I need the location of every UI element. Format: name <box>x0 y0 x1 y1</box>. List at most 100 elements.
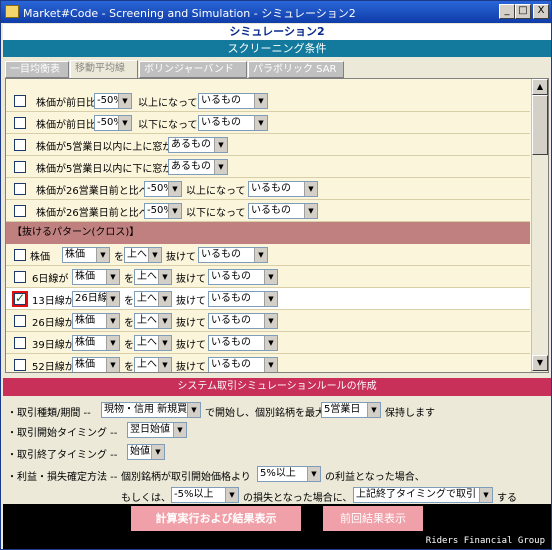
select-field[interactable]: あるもの ▼ <box>168 159 228 175</box>
cross-checkbox[interactable] <box>14 315 26 327</box>
cross-checkbox[interactable] <box>14 359 26 371</box>
condition-label: 株価が前日比 <box>36 120 96 131</box>
scroll-down-icon[interactable]: ▼ <box>532 355 548 371</box>
minimize-button[interactable]: _ <box>499 4 515 19</box>
chevron-down-icon: ▼ <box>214 160 227 174</box>
chevron-down-icon: ▼ <box>106 270 119 284</box>
run-simulation-button[interactable]: 計算実行および結果表示 <box>131 506 301 531</box>
cross-row: 6日線が 株価 ▼ を上へ ▼ 抜けて いるもの ▼ <box>6 266 530 288</box>
chevron-down-icon: ▼ <box>106 292 119 306</box>
chevron-down-icon: ▼ <box>304 204 317 218</box>
vertical-scrollbar[interactable]: ▲ ▼ <box>531 79 548 372</box>
select-field[interactable]: いるもの ▼ <box>248 203 318 219</box>
rule-text: する <box>497 493 517 504</box>
select-field[interactable]: 26日線 ▼ <box>72 291 120 307</box>
cross-row: 株価 株価 ▼ を上へ ▼ 抜けて いるもの ▼ <box>6 244 530 266</box>
chevron-down-icon: ▼ <box>254 248 267 262</box>
condition-checkbox[interactable] <box>14 117 26 129</box>
scroll-up-icon[interactable]: ▲ <box>532 79 548 95</box>
cross-text: 抜けて <box>176 296 206 307</box>
select-field[interactable]: いるもの ▼ <box>208 291 278 307</box>
chevron-down-icon: ▼ <box>264 358 277 372</box>
select-field[interactable]: 上へ ▼ <box>134 269 172 285</box>
holding-days-select[interactable]: 5営業日 ▼ <box>321 402 381 418</box>
button-bar: 計算実行および結果表示 前回結果表示 <box>3 504 551 534</box>
cross-text: を <box>124 362 134 373</box>
condition-row: 株価が前日比 -50% ▼ 以下になって いるもの ▼ <box>6 112 530 134</box>
select-field[interactable]: 株価 ▼ <box>72 357 120 372</box>
select-field[interactable]: 株価 ▼ <box>72 335 120 351</box>
cross-checkbox[interactable] <box>14 249 26 261</box>
select-field[interactable]: 上へ ▼ <box>134 313 172 329</box>
cross-line-label: 13日線が <box>32 296 75 307</box>
chevron-down-icon: ▼ <box>264 336 277 350</box>
select-field[interactable]: 株価 ▼ <box>62 247 110 263</box>
select-field[interactable]: -50% ▼ <box>94 115 132 131</box>
tab-bar: 一目均衡表 移動平均線 ボリンジャーバンド パラボリック SAR <box>3 60 551 79</box>
condition-checkbox[interactable] <box>14 183 26 195</box>
rule-start-timing: ・取引開始タイミング -- <box>7 428 118 439</box>
select-field[interactable]: いるもの ▼ <box>208 357 278 372</box>
page-title: シミュレーション2 <box>3 24 551 40</box>
select-field[interactable]: -50% ▼ <box>144 203 182 219</box>
condition-checkbox[interactable] <box>14 139 26 151</box>
app-window: Market#Code - Screening and Simulation -… <box>0 0 552 550</box>
chevron-down-icon: ▼ <box>254 94 267 108</box>
close-timing-select[interactable]: 上記終了タイミングで取引 ▼ <box>353 487 493 503</box>
tab-moving-average[interactable]: 移動平均線 <box>70 60 138 79</box>
cross-line-label: 39日線が <box>32 340 75 351</box>
cross-line-label: 26日線が <box>32 318 75 329</box>
close-button[interactable]: X <box>533 4 549 19</box>
cross-checkbox[interactable] <box>14 271 26 283</box>
chevron-down-icon: ▼ <box>148 248 161 262</box>
tab-ichimoku[interactable]: 一目均衡表 <box>5 61 69 78</box>
select-field[interactable]: いるもの ▼ <box>208 269 278 285</box>
condition-list[interactable]: 株価が前日比 -50% ▼ 以上になって いるもの ▼ 株価が前日比 -50% ▼ 以下になってい… <box>5 78 549 373</box>
condition-checkbox[interactable] <box>14 95 26 107</box>
select-field[interactable]: いるもの ▼ <box>198 93 268 109</box>
trade-type-select[interactable]: 現物・信用 新規買 ▼ <box>101 402 201 418</box>
tab-parabolic-sar[interactable]: パラボリック SAR <box>248 61 344 78</box>
select-field[interactable]: 上へ ▼ <box>134 335 172 351</box>
select-field[interactable]: いるもの ▼ <box>208 313 278 329</box>
rule-profit-loss: ・利益・損失確定方法 -- <box>7 472 118 483</box>
tab-bollinger[interactable]: ボリンジャーバンド <box>139 61 247 78</box>
chevron-down-icon: ▼ <box>304 182 317 196</box>
select-field[interactable]: -50% ▼ <box>144 181 182 197</box>
select-field[interactable]: 株価 ▼ <box>72 269 120 285</box>
chevron-down-icon: ▼ <box>106 314 119 328</box>
end-timing-select[interactable]: 始値 ▼ <box>127 444 165 460</box>
select-field[interactable]: いるもの ▼ <box>248 181 318 197</box>
cross-text: 抜けて <box>176 340 206 351</box>
previous-results-button[interactable]: 前回結果表示 <box>323 506 423 531</box>
chevron-down-icon: ▼ <box>158 292 171 306</box>
start-timing-select[interactable]: 翌日始値 ▼ <box>127 422 187 438</box>
cross-text: 抜けて <box>176 274 206 285</box>
select-field[interactable]: 上へ ▼ <box>124 247 162 263</box>
cross-row: 52日線が 株価 ▼ を上へ ▼ 抜けて いるもの ▼ <box>6 354 530 373</box>
select-field[interactable]: いるもの ▼ <box>208 335 278 351</box>
cross-text: を <box>124 340 134 351</box>
cross-checkbox[interactable] <box>14 337 26 349</box>
select-field[interactable]: 上へ ▼ <box>134 291 172 307</box>
condition-checkbox[interactable] <box>14 205 26 217</box>
loss-threshold-select[interactable]: -5%以上 ▼ <box>171 487 239 503</box>
select-field[interactable]: 株価 ▼ <box>72 313 120 329</box>
select-field[interactable]: あるもの ▼ <box>168 137 228 153</box>
select-field[interactable]: -50% ▼ <box>94 93 132 109</box>
scroll-thumb[interactable] <box>532 95 548 155</box>
select-field[interactable]: いるもの ▼ <box>198 247 268 263</box>
chevron-down-icon: ▼ <box>158 358 171 372</box>
chevron-down-icon: ▼ <box>158 336 171 350</box>
select-field[interactable]: いるもの ▼ <box>198 115 268 131</box>
cross-row: 26日線が 株価 ▼ を上へ ▼ 抜けて いるもの ▼ <box>6 310 530 332</box>
select-field[interactable]: 上へ ▼ <box>134 357 172 372</box>
cross-line-label: 52日線が <box>32 362 75 373</box>
footer-brand: Riders Financial Group <box>3 534 551 549</box>
condition-checkbox[interactable] <box>14 161 26 173</box>
cross-text: を <box>124 318 134 329</box>
maximize-button[interactable]: □ <box>515 4 531 19</box>
chevron-down-icon: ▼ <box>158 270 171 284</box>
cross-checkbox[interactable] <box>12 291 28 307</box>
profit-threshold-select[interactable]: 5%以上 ▼ <box>257 466 321 482</box>
